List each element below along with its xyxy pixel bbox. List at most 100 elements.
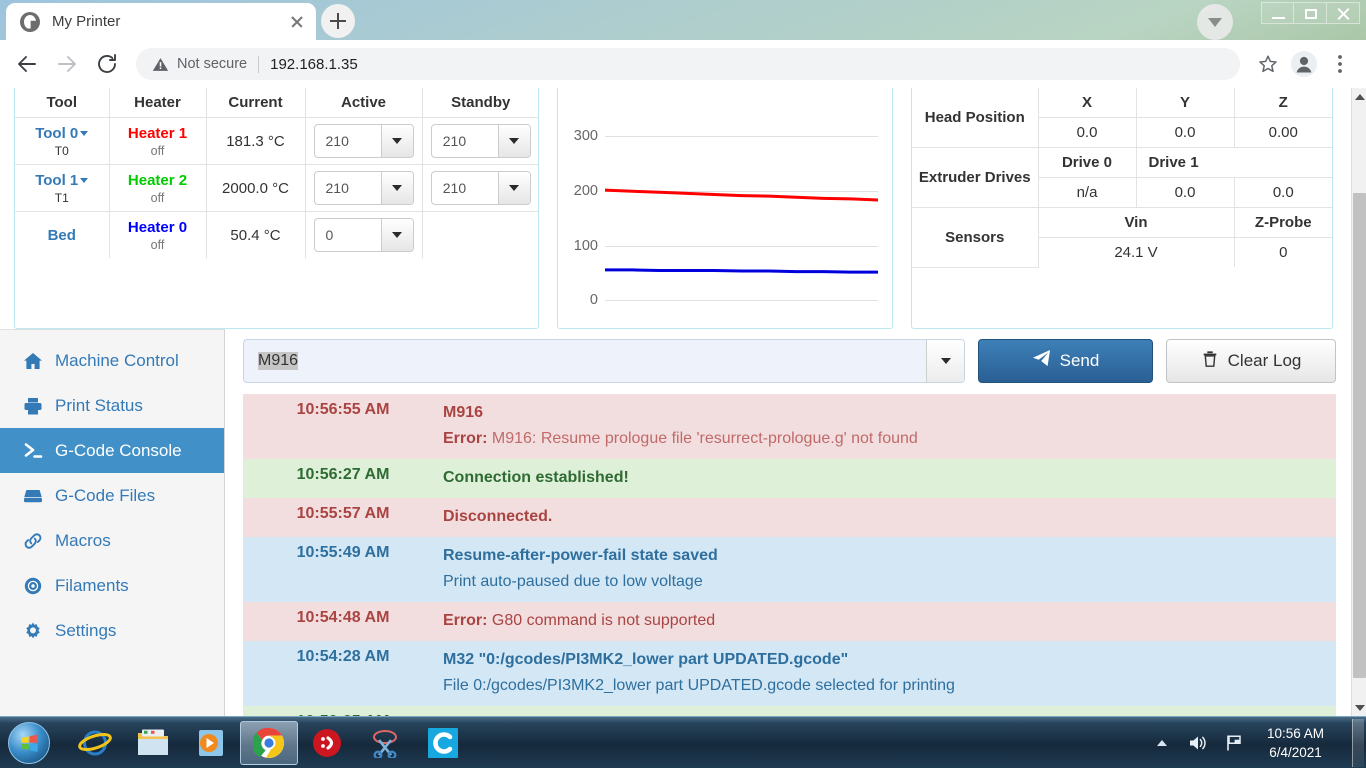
maximize-button[interactable] <box>1294 2 1327 24</box>
active-temp-dropdown[interactable] <box>380 219 413 251</box>
col-header-active: Active <box>304 88 423 118</box>
command-input-group[interactable]: M916 <box>243 339 965 383</box>
heater-cell[interactable]: Heater 2 off <box>108 164 207 212</box>
sidebar-item-gcode-console[interactable]: G-Code Console <box>0 428 224 473</box>
tool-cell[interactable]: Tool 0 T0 <box>15 117 110 165</box>
file-explorer-icon[interactable] <box>124 721 182 765</box>
standby-temp-value[interactable]: 210 <box>432 125 498 157</box>
active-temp-dropdown[interactable] <box>380 125 413 157</box>
send-button[interactable]: Send <box>978 339 1153 383</box>
log-line-text: M916: Resume prologue file 'resurrect-pr… <box>491 430 918 447</box>
clear-log-button[interactable]: Clear Log <box>1166 339 1336 383</box>
temperature-chart[interactable]: 300 200 100 0 <box>558 88 892 313</box>
command-history-dropdown[interactable] <box>926 340 964 382</box>
scroll-down-icon[interactable] <box>1352 699 1366 716</box>
chrome-browser-window: My Printer Not secure 192.168.1.35 Tool … <box>0 0 1366 716</box>
snipping-tool-icon[interactable] <box>356 721 414 765</box>
log-line: Disconnected. <box>443 508 553 525</box>
scrollbar-thumb[interactable] <box>1353 193 1366 678</box>
chrome-icon[interactable] <box>240 720 298 765</box>
sidebar-item-label: Settings <box>55 620 117 640</box>
sidebar-item-print-status[interactable]: Print Status <box>0 383 224 428</box>
sidebar-item-filaments[interactable]: Filaments <box>0 563 224 608</box>
active-temp-input[interactable]: 210 <box>313 124 414 158</box>
cura-icon[interactable] <box>414 721 472 765</box>
heater-cell[interactable]: Heater 1 off <box>108 117 207 165</box>
console-log[interactable]: 10:56:55 AM M916 Error: M916: Resume prolo… <box>243 394 1336 716</box>
heater-name[interactable]: Heater 1 <box>114 125 202 142</box>
tool-cell[interactable]: Tool 1 T1 <box>15 164 110 212</box>
taskbar-clock[interactable]: 10:56 AM 6/4/2021 <box>1259 724 1332 762</box>
temperature-chart-panel: 300 200 100 0 <box>557 88 893 329</box>
machine-status-panel: Head Position X Y Z 0.0 0.0 0.00 Extrude… <box>911 88 1333 329</box>
address-bar[interactable]: Not secure 192.168.1.35 <box>136 48 1240 80</box>
active-temp-input[interactable]: 0 <box>313 218 414 252</box>
volume-icon[interactable] <box>1187 733 1209 753</box>
sensor-header-zprobe: Z-Probe <box>1233 207 1332 238</box>
browser-toolbar: Not secure 192.168.1.35 <box>0 40 1366 88</box>
show-desktop-button[interactable] <box>1352 718 1364 767</box>
heater-name[interactable]: Heater 2 <box>114 172 202 189</box>
action-center-flag-icon[interactable] <box>1223 733 1245 753</box>
log-message: Resume-after-power-fail state saved Print… <box>443 544 1336 594</box>
bookmark-star-icon[interactable] <box>1252 48 1284 80</box>
scroll-up-icon[interactable] <box>1352 88 1366 105</box>
pronterface-icon[interactable] <box>298 721 356 765</box>
standby-temp-dropdown[interactable] <box>497 172 530 204</box>
machine-status-table: Head Position X Y Z 0.0 0.0 0.00 Extrude… <box>912 88 1332 268</box>
new-tab-button[interactable] <box>321 4 355 38</box>
sidebar-item-label: G-Code Files <box>55 485 156 505</box>
log-entry: 10:56:27 AM Connection established! <box>243 459 1336 498</box>
browser-tab[interactable]: My Printer <box>6 3 316 40</box>
forward-icon[interactable] <box>50 47 84 81</box>
sensor-value-zprobe: 0 <box>1233 237 1332 267</box>
standby-temp-dropdown[interactable] <box>497 125 530 157</box>
printer-icon <box>22 395 44 417</box>
standby-temp-input[interactable]: 210 <box>430 171 531 205</box>
active-temp-value[interactable]: 210 <box>315 172 381 204</box>
show-hidden-icons-icon[interactable] <box>1151 733 1173 753</box>
tool-link[interactable]: Tool 0 <box>35 125 78 142</box>
close-icon[interactable] <box>286 11 308 33</box>
start-button[interactable] <box>2 720 56 766</box>
chrome-menu-icon[interactable] <box>1324 48 1356 80</box>
active-temp-value[interactable]: 210 <box>315 125 381 157</box>
standby-temp-cell: 210 <box>421 164 539 212</box>
internet-explorer-icon[interactable] <box>66 721 124 765</box>
download-bubble-icon[interactable] <box>1197 4 1233 40</box>
page-scrollbar[interactable] <box>1351 88 1366 716</box>
active-temp-input[interactable]: 210 <box>313 171 414 205</box>
command-input-value[interactable]: M916 <box>258 352 299 370</box>
heater-name[interactable]: Heater 0 <box>114 219 202 236</box>
log-timestamp: 10:55:57 AM <box>296 505 390 522</box>
chevron-down-icon <box>1208 17 1222 27</box>
tool-link[interactable]: Bed <box>48 227 76 244</box>
table-row: Sensors Vin Z-Probe <box>912 207 1332 268</box>
heater-cell[interactable]: Heater 0 off <box>108 211 207 258</box>
tool-cell[interactable]: Bed <box>15 211 110 258</box>
sidebar-item-gcode-files[interactable]: G-Code Files <box>0 473 224 518</box>
sidebar-item-macros[interactable]: Macros <box>0 518 224 563</box>
close-window-button[interactable] <box>1327 2 1360 24</box>
caret-down-icon <box>80 178 89 184</box>
media-player-icon[interactable] <box>182 721 240 765</box>
minimize-button[interactable] <box>1261 2 1294 24</box>
sidebar-item-machine-control[interactable]: Machine Control <box>0 338 224 383</box>
command-input[interactable]: M916 <box>244 340 926 382</box>
reload-icon[interactable] <box>90 47 124 81</box>
command-bar: M916 Send Clear Log <box>243 339 1336 383</box>
head-position-label: Head Position <box>912 88 1039 148</box>
send-paper-plane-icon <box>1032 349 1051 373</box>
terminal-icon <box>22 440 44 462</box>
active-temp-value[interactable]: 0 <box>315 219 381 251</box>
standby-temp-value[interactable]: 210 <box>432 172 498 204</box>
sidebar-item-label: Filaments <box>55 575 129 595</box>
profile-avatar-icon[interactable] <box>1288 48 1320 80</box>
standby-temp-input[interactable]: 210 <box>430 124 531 158</box>
active-temp-dropdown[interactable] <box>380 172 413 204</box>
table-row: Tool 0 T0 Heater 1 off 181.3 °C 210 210 <box>15 117 539 165</box>
sidebar-item-settings[interactable]: Settings <box>0 608 224 653</box>
back-icon[interactable] <box>10 47 44 81</box>
log-line: M32 "0:/gcodes/PI3MK2_lower part UPDATED… <box>443 651 849 668</box>
tool-link[interactable]: Tool 1 <box>35 172 78 189</box>
